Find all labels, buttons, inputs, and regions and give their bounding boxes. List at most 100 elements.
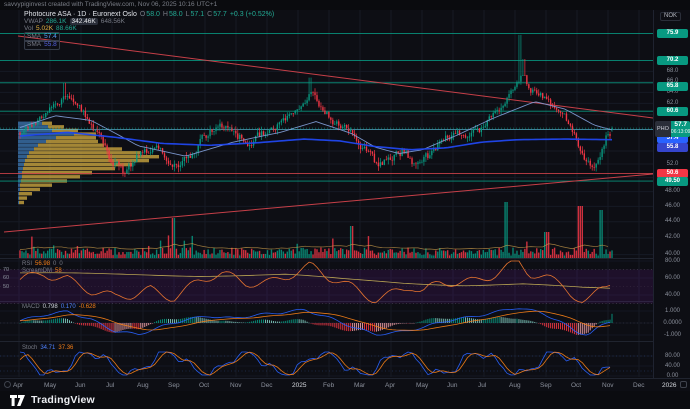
rsi-left-tick: 70 <box>3 267 9 273</box>
rsi-left-tick: 50 <box>3 284 9 290</box>
stoch-legend[interactable]: Stoch 34.71 37.36 <box>22 345 73 352</box>
price-scale[interactable]: NOK 68.066.064.062.060.054.052.050.0048.… <box>653 10 690 378</box>
rsi-ma-label: ScreamDM <box>22 268 52 275</box>
price-level-badge[interactable]: 65.8 <box>657 82 688 91</box>
rsi-ma-value: 58 <box>55 268 62 275</box>
month-label-sep: Sep <box>168 382 180 389</box>
tradingview-chart-window: savvypiginvest created with TradingView.… <box>0 0 690 409</box>
month-label-oct: Oct <box>571 382 581 389</box>
sma-50-label: SMA <box>27 33 41 40</box>
symbol-title-row[interactable]: Photocure ASA · 1D · Euronext Oslo O58.0… <box>24 11 274 18</box>
attribution-bar: savvypiginvest created with TradingView.… <box>0 0 690 10</box>
vwap-label: VWAP <box>24 18 43 25</box>
stoch-k-value: 34.71 <box>40 345 55 352</box>
price-level-badge[interactable]: 70.2 <box>657 56 688 65</box>
month-label-sep: Sep <box>540 382 552 389</box>
month-label-aug: Aug <box>137 382 149 389</box>
sma-200-row[interactable]: SMA 55.8 <box>24 41 274 48</box>
month-label-apr: Apr <box>13 382 23 389</box>
ohlc-high-value: 58.0 <box>169 11 183 18</box>
tradingview-brand-text[interactable]: TradingView <box>31 394 95 406</box>
ohlc-close-value: 57.7 <box>213 11 227 18</box>
price-level-badge[interactable]: 49.50 <box>657 177 688 186</box>
rsi-param-1: 0 <box>53 261 56 268</box>
indicator-tick: 40.00 <box>655 363 690 370</box>
rsi-param-2: 0 <box>59 261 62 268</box>
axis-settings-icon[interactable] <box>680 381 687 388</box>
chart-canvas[interactable] <box>0 10 653 378</box>
volume-value-1: 5.02K <box>36 25 53 32</box>
volume-ma-line <box>20 244 608 250</box>
macd-pane <box>0 309 653 335</box>
macd-label: MACD <box>22 304 40 311</box>
price-level-badge[interactable]: 75.9 <box>657 29 688 38</box>
macd-signal-value: -0.628 <box>79 304 96 311</box>
ohlc-close-label: C <box>207 11 212 18</box>
indicator-tick: 80.00 <box>655 258 690 265</box>
macd-hist-value: 0.798 <box>43 304 58 311</box>
month-label-jul: Jul <box>478 382 486 389</box>
last-price-countdown: 57.706:13:09 <box>671 121 690 137</box>
stoch-label: Stoch <box>22 345 37 352</box>
rsi-label: RSI <box>22 261 32 268</box>
month-label-jul: Jul <box>106 382 114 389</box>
volume-label: Vol <box>24 25 33 32</box>
sma-50-value: 57.4 <box>44 33 57 40</box>
sma-200-value: 55.8 <box>44 41 57 48</box>
ohlc-low-value: 57.1 <box>191 11 205 18</box>
price-tick: 44.00 <box>655 218 690 225</box>
volume-indicator-row[interactable]: Vol 5.02K 88.66K <box>24 25 274 32</box>
last-price-label[interactable]: PHO57.706:13:09 <box>655 121 690 137</box>
price-level-badge[interactable]: 60.6 <box>657 107 688 116</box>
ohlc-high-label: H <box>163 11 168 18</box>
price-tick: 42.00 <box>655 234 690 241</box>
month-label-aug: Aug <box>509 382 521 389</box>
time-axis[interactable]: Apr May Jun Jul Aug Sep Oct Nov Dec 2025 Feb Mar Apr… <box>0 378 690 392</box>
indicator-tick: 80.00 <box>655 353 690 360</box>
month-label-dec: Dec <box>633 382 645 389</box>
rsi-value: 56.98 <box>35 261 50 268</box>
indicator-tick: 1.000 <box>655 308 690 315</box>
price-tick: 68.0 <box>655 68 690 75</box>
month-label-may: May <box>44 382 56 389</box>
currency-button[interactable]: NOK <box>660 12 681 21</box>
main-legend[interactable]: Photocure ASA · 1D · Euronext Oslo O58.0… <box>24 11 274 48</box>
change-value: +0.3 (+0.52%) <box>230 11 274 18</box>
sma-50-row[interactable]: SMA 57.4 <box>24 33 274 40</box>
month-label-feb: Feb <box>323 382 334 389</box>
symbol-title: Photocure ASA · 1D · Euronext Oslo <box>24 11 137 18</box>
timezone-clock-icon[interactable] <box>4 381 11 388</box>
price-level-badge[interactable]: 55.8 <box>657 143 688 152</box>
rsi-legend[interactable]: RSI 56.98 0 0 ScreamDM 58 <box>22 261 63 275</box>
month-label-2025: 2025 <box>292 382 306 389</box>
vwap-value-2: 342.46K <box>70 18 98 25</box>
volume-series <box>19 202 612 258</box>
month-label-oct: Oct <box>199 382 209 389</box>
macd-legend[interactable]: MACD 0.798 0.170 -0.628 <box>22 304 96 311</box>
ohlc-low-label: L <box>186 11 190 18</box>
vwap-indicator-row[interactable]: VWAP 286.1K 342.46K 648.56K <box>24 18 274 25</box>
ohlc-open-label: O <box>140 11 145 18</box>
indicator-tick: 60.00 <box>655 275 690 282</box>
price-tick: 52.0 <box>655 161 690 168</box>
price-tick: 62.0 <box>655 100 690 107</box>
tradingview-logo-icon[interactable] <box>10 395 25 406</box>
footer-bar: TradingView <box>0 391 690 409</box>
price-tick: 46.00 <box>655 203 690 210</box>
month-label-apr: Apr <box>385 382 395 389</box>
sma-200-label: SMA <box>27 41 41 48</box>
indicator-tick: -1.000 <box>655 332 690 339</box>
month-label-dec: Dec <box>261 382 273 389</box>
vwap-value-3: 648.56K <box>101 18 125 25</box>
indicator-tick: 0.0000 <box>655 320 690 327</box>
rsi-pane <box>0 261 653 304</box>
month-label-mar: Mar <box>354 382 365 389</box>
month-label-nov: Nov <box>602 382 614 389</box>
symbol-tag: PHO <box>655 121 671 137</box>
attribution-text: savvypiginvest created with TradingView.… <box>4 1 217 8</box>
month-label-jun: Jun <box>447 382 457 389</box>
month-label-jun: Jun <box>75 382 85 389</box>
indicator-tick: 40.00 <box>655 292 690 299</box>
ohlc-open-value: 58.0 <box>146 11 160 18</box>
volume-value-2: 88.66K <box>56 25 77 32</box>
